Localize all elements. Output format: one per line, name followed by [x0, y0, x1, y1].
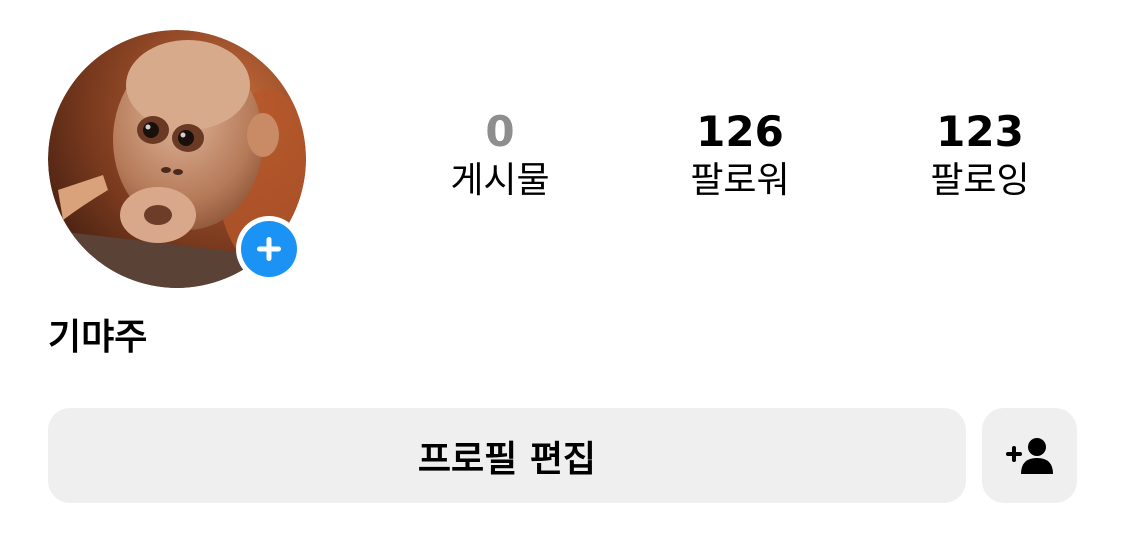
followers-count: 126: [696, 107, 784, 156]
followers-stat[interactable]: 126 팔로워: [640, 106, 840, 204]
edit-profile-button[interactable]: 프로필 편집: [48, 408, 966, 503]
avatar-container: [48, 30, 306, 288]
profile-username: 기먀주: [48, 317, 148, 358]
following-stat[interactable]: 123 팔로잉: [880, 106, 1080, 204]
posts-count: 0: [485, 107, 515, 156]
plus-icon: [241, 221, 297, 277]
add-story-button[interactable]: [236, 216, 302, 282]
posts-stat[interactable]: 0 게시물: [400, 106, 600, 204]
followers-label: 팔로워: [690, 160, 790, 201]
following-count: 123: [936, 107, 1024, 156]
discover-people-button[interactable]: [982, 408, 1077, 503]
edit-profile-label: 프로필 편집: [417, 438, 597, 480]
add-person-icon: [1005, 437, 1053, 474]
posts-label: 게시물: [450, 160, 550, 201]
following-label: 팔로잉: [930, 160, 1030, 201]
